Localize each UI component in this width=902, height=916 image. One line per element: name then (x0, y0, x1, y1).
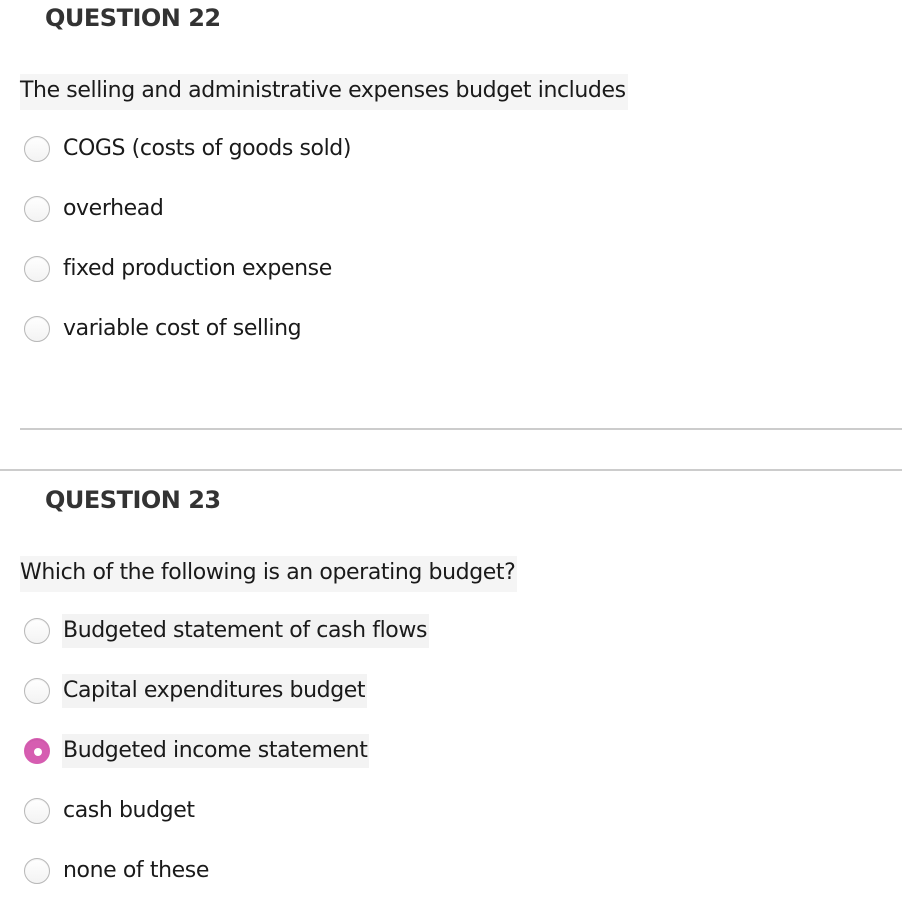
radio-button[interactable] (24, 196, 50, 222)
option-cash-budget[interactable]: cash budget (24, 794, 197, 828)
option-budgeted-income-statement[interactable]: Budgeted income statement (24, 734, 370, 768)
radio-button[interactable] (24, 256, 50, 282)
option-label: Budgeted income statement (62, 734, 370, 768)
option-label: Capital expenditures budget (62, 674, 368, 708)
radio-button[interactable] (24, 678, 50, 704)
section-divider (0, 469, 902, 471)
option-label: cash budget (63, 798, 195, 823)
option-label: none of these (63, 858, 209, 883)
option-variable-cost-of-selling[interactable]: variable cost of selling (24, 312, 303, 346)
question-text: The selling and administrative expenses … (20, 74, 628, 110)
radio-button[interactable] (24, 618, 50, 644)
question-text: Which of the following is an operating b… (20, 556, 518, 592)
option-capital-expenditures-budget[interactable]: Capital expenditures budget (24, 674, 368, 708)
question-title: QUESTION 22 (45, 4, 221, 32)
option-budgeted-statement-of-cash-flows[interactable]: Budgeted statement of cash flows (24, 614, 430, 648)
option-label: variable cost of selling (63, 316, 302, 341)
radio-button[interactable] (24, 316, 50, 342)
option-overhead[interactable]: overhead (24, 192, 165, 226)
option-label: COGS (costs of goods sold) (63, 136, 352, 161)
question-title: QUESTION 23 (45, 486, 221, 514)
radio-button[interactable] (24, 798, 50, 824)
option-fixed-production-expense[interactable]: fixed production expense (24, 252, 334, 286)
option-label: Budgeted statement of cash flows (62, 614, 430, 648)
question-divider (20, 428, 902, 430)
radio-button-selected[interactable] (24, 738, 50, 764)
option-cogs[interactable]: COGS (costs of goods sold) (24, 132, 353, 166)
option-label: fixed production expense (63, 256, 332, 281)
radio-button[interactable] (24, 858, 50, 884)
radio-button[interactable] (24, 136, 50, 162)
option-none-of-these[interactable]: none of these (24, 854, 211, 888)
option-label: overhead (63, 196, 164, 221)
